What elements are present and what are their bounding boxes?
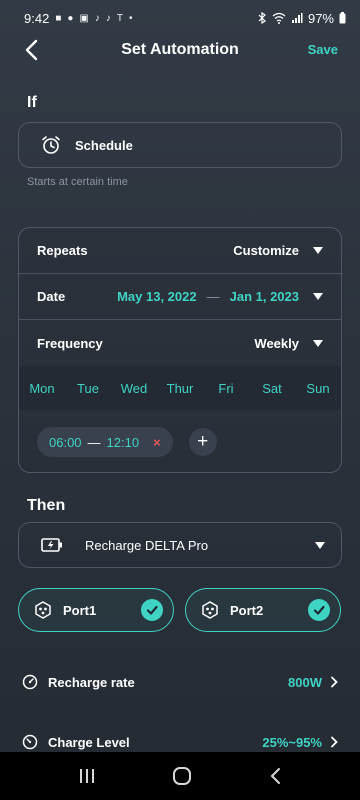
weekday-selector: Mon Tue Wed Thur Fri Sat Sun [19,366,341,410]
time-start: 06:00 [49,434,82,450]
schedule-label: Schedule [75,137,133,153]
alarm-clock-icon [42,136,60,154]
add-time-button[interactable]: + [188,428,217,456]
day-sat[interactable]: Sat [250,381,295,396]
remove-time-icon[interactable]: × [153,435,161,450]
repeats-value: Customize [233,243,299,258]
gauge-icon [22,734,38,750]
more-notifications-icon: • [128,12,133,24]
tmobile-icon: T [116,12,123,24]
ac-outlet-icon [35,601,51,619]
facebook-icon: ● [67,12,74,24]
save-button[interactable]: Save [308,42,338,57]
date-label: Date [37,289,66,304]
dropdown-caret-icon [313,293,323,300]
recharge-rate-row[interactable]: Recharge rate 800W [22,670,338,694]
device-label: Recharge DELTA Pro [85,537,209,553]
charge-level-row[interactable]: Charge Level 25%~95% [22,730,338,754]
tiktok-icon: ♪ [94,12,100,24]
checkmark-icon [308,599,330,621]
action-device-dropdown[interactable]: Recharge DELTA Pro [18,522,342,568]
home-icon[interactable] [172,766,192,786]
charge-level-label: Charge Level [48,734,130,750]
status-bar: 9:42 ■ ● ▣ ♪ ♪ T • 97% [0,0,360,36]
if-section-title: If [27,94,37,111]
app-icon: ▣ [79,12,89,24]
day-thur[interactable]: Thur [158,381,203,396]
date-end[interactable]: Jan 1, 2023 [230,289,299,304]
page-title: Set Automation [121,41,239,58]
battery-icon [339,12,346,24]
battery-percent: 97% [307,10,334,26]
message-icon: ■ [55,12,62,24]
frequency-row[interactable]: Frequency Weekly [19,320,341,366]
date-row[interactable]: Date May 13, 2022 — Jan 1, 2023 [19,274,341,320]
recharge-rate-label: Recharge rate [48,674,135,690]
status-right: 97% [257,11,346,26]
chevron-right-icon [331,736,338,748]
dropdown-caret-icon [313,247,323,254]
gauge-icon [22,674,38,690]
charge-level-value: 25%~95% [262,734,322,750]
day-wed[interactable]: Wed [112,381,157,396]
chevron-right-icon [331,676,338,688]
wifi-icon [272,12,286,24]
recharge-rate-value: 800W [288,674,322,690]
signal-icon [291,13,303,23]
schedule-rules-card: Repeats Customize Date May 13, 2022 — Ja… [18,227,342,473]
checkmark-icon [141,599,163,621]
day-fri[interactable]: Fri [204,381,249,396]
system-nav-bar [0,752,360,800]
repeats-row[interactable]: Repeats Customize [19,228,341,274]
back-button[interactable] [22,38,42,62]
port1-label: Port1 [63,602,97,618]
app-bar: Set Automation Save [0,36,360,64]
battery-charge-icon [41,538,62,552]
frequency-value: Weekly [254,335,299,351]
frequency-label: Frequency [37,335,103,351]
status-time: 9:42 [24,10,50,26]
then-section-title: Then [27,497,66,514]
back-nav-icon[interactable] [268,767,282,785]
day-tue[interactable]: Tue [66,381,111,396]
schedule-trigger-card[interactable]: Schedule [18,122,342,168]
port2-label: Port2 [230,602,264,618]
date-separator: — [206,289,220,304]
recent-apps-icon[interactable] [78,768,96,784]
repeats-label: Repeats [37,243,88,258]
port1-toggle[interactable]: Port1 [18,588,174,632]
dropdown-caret-icon [315,541,325,549]
time-separator: — [87,434,101,450]
time-range-chip[interactable]: 06:00 — 12:10 × [37,427,173,457]
schedule-hint: Starts at certain time [27,176,128,188]
ac-outlet-icon [202,601,218,619]
day-mon[interactable]: Mon [20,381,65,396]
bluetooth-icon [258,12,266,24]
dropdown-caret-icon [313,339,323,347]
port2-toggle[interactable]: Port2 [185,588,341,632]
date-start[interactable]: May 13, 2022 [117,289,197,304]
status-left: 9:42 ■ ● ▣ ♪ ♪ T • [24,11,132,26]
time-end: 12:10 [106,434,140,450]
time-range-row: 06:00 — 12:10 × + [19,410,341,472]
tiktok-icon: ♪ [105,12,111,24]
day-sun[interactable]: Sun [296,381,341,396]
